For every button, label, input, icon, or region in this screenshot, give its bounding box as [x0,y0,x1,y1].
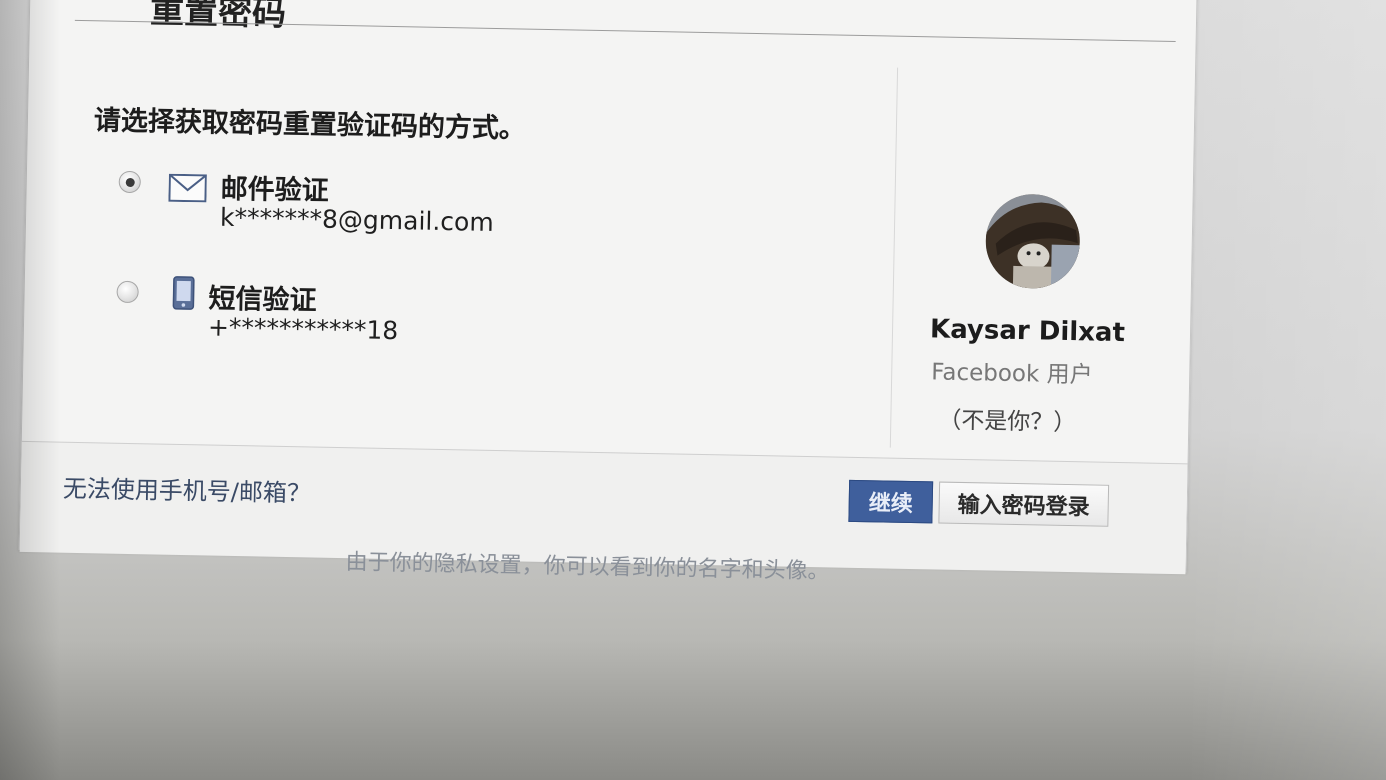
reset-password-card: 重置密码 请选择获取密码重置验证码的方式。 邮件验证 k*******8@gma… [18,0,1198,575]
not-you-link[interactable]: （不是你？） [938,401,1077,438]
cant-use-phone-email-link[interactable]: 无法使用手机号/邮箱？ [63,469,312,509]
masked-phone: +***********18 [207,312,399,346]
profile-name: Kaysar Dilxat [929,314,1126,349]
sms-option-label: 短信验证 [208,283,317,317]
continue-button[interactable]: 继续 [848,479,934,524]
envelope-icon [168,173,207,207]
page-title: 重置密码 [149,0,287,34]
method-prompt: 请选择获取密码重置验证码的方式。 [93,105,527,145]
password-login-button[interactable]: 输入密码登录 [938,481,1110,527]
email-option-label: 邮件验证 [220,173,329,207]
mobile-phone-icon [172,276,195,314]
profile-subtitle: Facebook 用户 [930,359,1093,389]
profile-divider [889,67,899,448]
sms-radio[interactable] [116,280,139,304]
masked-email: k*******8@gmail.com [219,202,494,237]
avatar [984,193,1081,290]
email-radio[interactable] [118,170,141,194]
